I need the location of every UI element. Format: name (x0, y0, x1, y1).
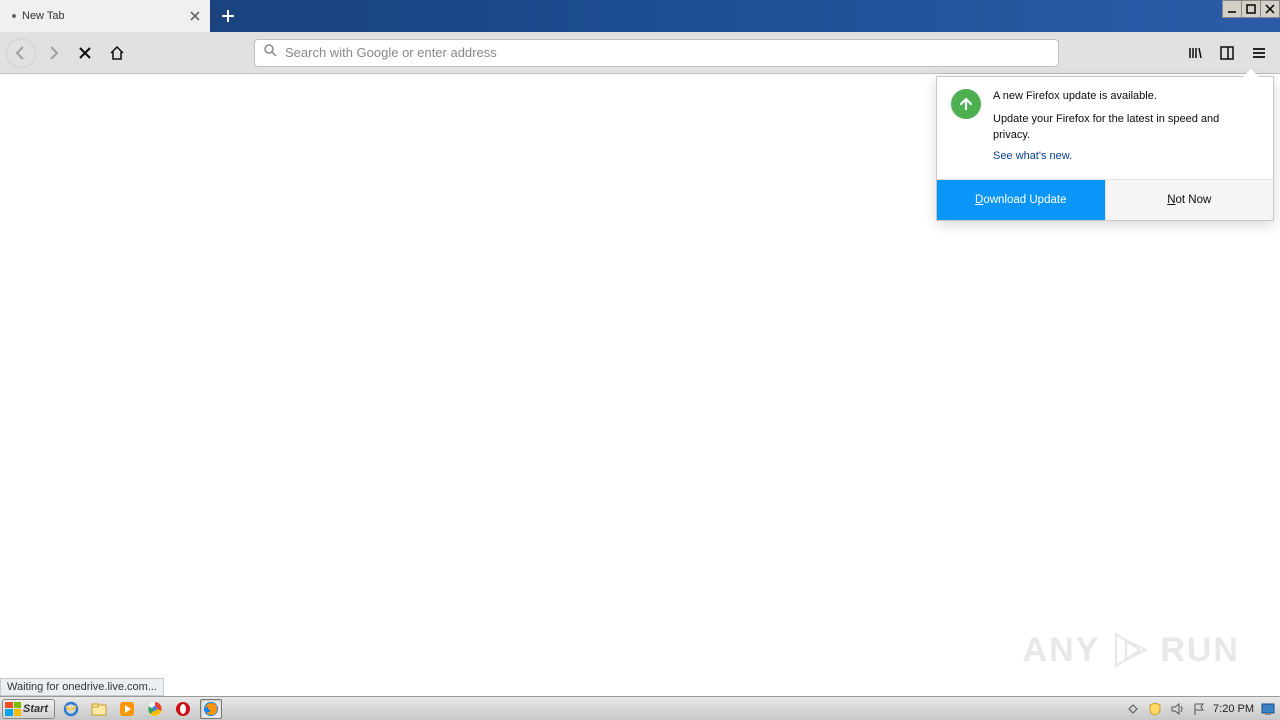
taskbar-media-icon[interactable] (116, 699, 138, 719)
start-label: Start (23, 703, 48, 715)
new-tab-button[interactable] (210, 0, 246, 32)
watermark-left: ANY (1023, 631, 1101, 670)
play-icon (1110, 630, 1150, 670)
watermark: ANY RUN (1023, 630, 1240, 670)
popup-secondary-rest: ot Now (1176, 194, 1212, 206)
not-now-button[interactable]: Not Now (1105, 180, 1274, 220)
window-controls (1223, 0, 1280, 32)
taskbar-ie-icon[interactable] (60, 699, 82, 719)
tray-desktop-icon[interactable] (1260, 701, 1276, 717)
tray-volume-icon[interactable] (1169, 701, 1185, 717)
forward-button[interactable] (38, 38, 68, 68)
sidebar-button[interactable] (1212, 38, 1242, 68)
popup-primary-rest: ownload Update (983, 194, 1066, 206)
tab-close-button[interactable] (188, 9, 202, 23)
tab-loading-dot (12, 14, 16, 18)
nav-toolbar (0, 32, 1280, 74)
tray-clock[interactable]: 7:20 PM (1213, 703, 1254, 715)
update-popup: A new Firefox update is available. Updat… (936, 76, 1274, 221)
stop-button[interactable] (70, 38, 100, 68)
maximize-button[interactable] (1241, 0, 1261, 18)
address-bar[interactable] (254, 39, 1059, 67)
taskbar-chrome-icon[interactable] (144, 699, 166, 719)
home-button[interactable] (102, 38, 132, 68)
popup-description: Update your Firefox for the latest in sp… (993, 112, 1259, 143)
tray-flag-icon[interactable] (1191, 701, 1207, 717)
taskbar-firefox-icon[interactable] (200, 699, 222, 719)
update-arrow-icon (951, 89, 981, 119)
address-input[interactable] (285, 45, 1050, 60)
close-window-button[interactable] (1260, 0, 1280, 18)
browser-tab[interactable]: New Tab (0, 0, 210, 32)
menu-button[interactable] (1244, 38, 1274, 68)
minimize-button[interactable] (1222, 0, 1242, 18)
taskbar-opera-icon[interactable] (172, 699, 194, 719)
search-icon (263, 43, 277, 62)
status-bar: Waiting for onedrive.live.com... (0, 678, 164, 696)
system-tray: 7:20 PM (1121, 701, 1280, 717)
taskbar: Start 7:20 PM (0, 696, 1280, 720)
title-bar: New Tab (0, 0, 1280, 32)
download-update-button[interactable]: Download Update (937, 180, 1105, 220)
tab-title: New Tab (22, 10, 65, 22)
library-button[interactable] (1180, 38, 1210, 68)
tray-expand-icon[interactable] (1125, 701, 1141, 717)
status-text: Waiting for onedrive.live.com... (7, 681, 157, 693)
popup-link[interactable]: See what's new. (993, 149, 1259, 164)
tray-shield-icon[interactable] (1147, 701, 1163, 717)
windows-logo-icon (5, 702, 21, 716)
back-button[interactable] (6, 38, 36, 68)
taskbar-explorer-icon[interactable] (88, 699, 110, 719)
start-button[interactable]: Start (2, 699, 55, 719)
popup-heading: A new Firefox update is available. (993, 89, 1259, 104)
watermark-right: RUN (1160, 631, 1240, 670)
